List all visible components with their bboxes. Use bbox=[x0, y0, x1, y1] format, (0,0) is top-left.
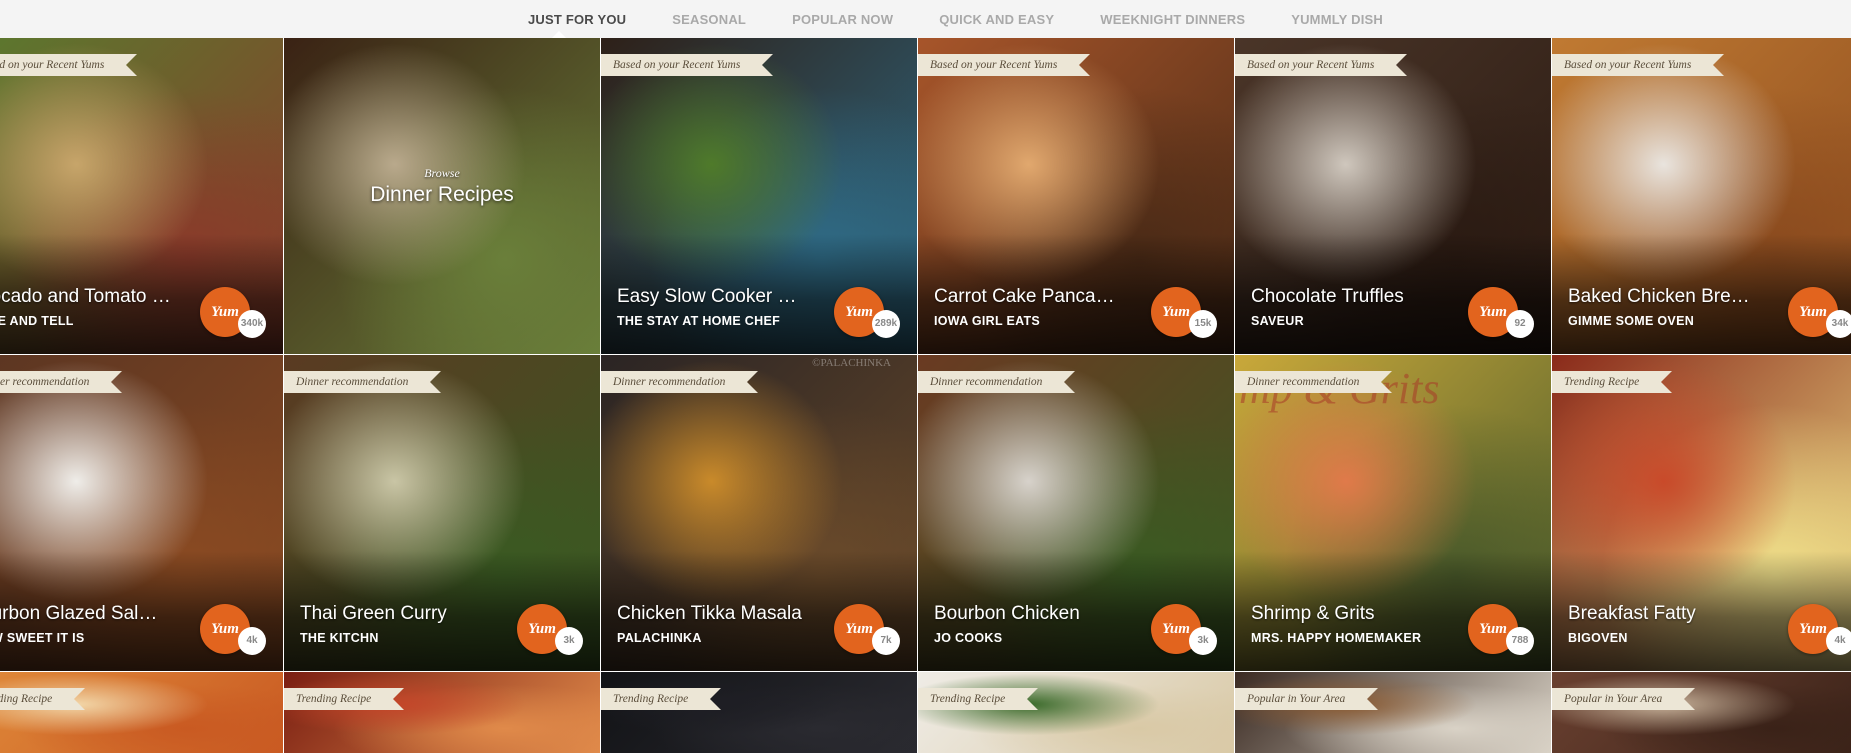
recipe-card[interactable]: Based on your Recent Yums Chocolate Truff… bbox=[1235, 38, 1552, 355]
browse-label: Browse bbox=[424, 166, 460, 180]
recipe-source[interactable]: GIMME SOME OVEN bbox=[1568, 314, 1694, 328]
recipe-card[interactable]: Trending Recipe bbox=[284, 672, 601, 754]
recipe-title[interactable]: Chocolate Truffles bbox=[1251, 286, 1441, 308]
recipe-title[interactable]: vocado and Tomato S... bbox=[0, 286, 171, 308]
recipe-grid: Based on your Recent Yums vocado and Toma… bbox=[0, 38, 1851, 754]
recommendation-ribbon: Based on your Recent Yums bbox=[1235, 54, 1408, 76]
recommendation-ribbon: Dinner recommendation bbox=[601, 371, 759, 393]
yum-count-badge: 289k bbox=[872, 310, 900, 338]
recipe-card[interactable]: mp & GritsDinner recommendationShrimp & … bbox=[1235, 355, 1552, 672]
yum-count-badge: 4k bbox=[238, 627, 266, 655]
recipe-title[interactable]: Baked Chicken Breasts bbox=[1568, 286, 1758, 308]
photo-watermark: ©PALACHINKA bbox=[812, 357, 891, 369]
recommendation-ribbon: Popular in Your Area bbox=[1235, 688, 1379, 710]
tab-weeknight-dinners[interactable]: WEEKNIGHT DINNERS bbox=[1100, 12, 1245, 27]
recipe-card[interactable]: Dinner recommendation Thai Green Curry THE… bbox=[284, 355, 601, 672]
recipe-source[interactable]: BIGOVEN bbox=[1568, 631, 1628, 645]
recommendation-ribbon: Dinner recommendation bbox=[0, 371, 123, 393]
recipe-source[interactable]: THE KITCHN bbox=[300, 631, 379, 645]
recipe-source[interactable]: SAVEUR bbox=[1251, 314, 1304, 328]
recommendation-ribbon: Based on your Recent Yums bbox=[918, 54, 1091, 76]
recipe-title[interactable]: Shrimp & Grits bbox=[1251, 603, 1441, 625]
active-tab-caret bbox=[552, 31, 566, 38]
recipe-card[interactable]: Trending Recipe bbox=[918, 672, 1235, 754]
yum-count-badge: 34k bbox=[1826, 310, 1851, 338]
recipe-card[interactable]: ©PALACHINKA Dinner recommendation Chicken … bbox=[601, 355, 918, 672]
tab-seasonal[interactable]: SEASONAL bbox=[672, 12, 746, 27]
yum-count-badge: 4k bbox=[1826, 627, 1851, 655]
tab-yummly-dish[interactable]: YUMMLY DISH bbox=[1291, 12, 1383, 27]
category-tabs: JUST FOR YOU SEASONAL POPULAR NOW QUICK AND… bbox=[0, 0, 1851, 38]
yum-count-badge: 3k bbox=[1189, 627, 1217, 655]
recipe-title[interactable]: Bourbon Chicken bbox=[934, 603, 1124, 625]
tab-popular-now[interactable]: POPULAR NOW bbox=[792, 12, 893, 27]
recipe-photo bbox=[1235, 672, 1551, 753]
recipe-title[interactable]: Thai Green Curry bbox=[300, 603, 490, 625]
recipe-title[interactable]: Chicken Tikka Masala bbox=[617, 603, 807, 625]
yum-count-badge: 92 bbox=[1506, 310, 1534, 338]
recipe-card[interactable]: Dinner recommendation Bourbon Chicken JO C… bbox=[918, 355, 1235, 672]
recipe-source[interactable]: IOWA GIRL EATS bbox=[934, 314, 1040, 328]
recommendation-ribbon: Trending Recipe bbox=[1552, 371, 1673, 393]
recipe-card[interactable]: Dinner recommendation ourbon Glazed Salmo… bbox=[0, 355, 284, 672]
browse-title[interactable]: Dinner Recipes bbox=[284, 183, 600, 207]
recommendation-ribbon: Based on your Recent Yums bbox=[1552, 54, 1725, 76]
recipe-photo bbox=[284, 672, 600, 753]
recipe-card[interactable]: Popular in Your Area bbox=[1552, 672, 1851, 754]
recommendation-ribbon: Trending Recipe bbox=[284, 688, 405, 710]
recipe-card[interactable]: Trending Recipe Breakfast Fatty BIGOVEN Yum… bbox=[1552, 355, 1851, 672]
recipe-source[interactable]: MRS. HAPPY HOMEMAKER bbox=[1251, 631, 1421, 645]
recipe-source[interactable]: OW SWEET IT IS bbox=[0, 631, 85, 645]
recipe-photo bbox=[601, 672, 917, 753]
recipe-source[interactable]: THE STAY AT HOME CHEF bbox=[617, 314, 780, 328]
recommendation-ribbon: Dinner recommendation bbox=[1235, 371, 1393, 393]
recipe-card[interactable]: Based on your Recent Yums Carrot Cake Pan… bbox=[918, 38, 1235, 355]
recommendation-ribbon: Dinner recommendation bbox=[284, 371, 442, 393]
tab-quick-and-easy[interactable]: QUICK AND EASY bbox=[939, 12, 1054, 27]
recipe-title[interactable]: Carrot Cake Pancakes bbox=[934, 286, 1124, 308]
recommendation-ribbon: Trending Recipe bbox=[918, 688, 1039, 710]
recommendation-ribbon: Trending Recipe bbox=[0, 688, 86, 710]
recommendation-ribbon: Trending Recipe bbox=[601, 688, 722, 710]
recipe-title[interactable]: ourbon Glazed Salmon bbox=[0, 603, 171, 625]
recipe-photo bbox=[1552, 672, 1851, 753]
recommendation-ribbon: Dinner recommendation bbox=[918, 371, 1076, 393]
recipe-card[interactable]: Based on your Recent Yums vocado and Toma… bbox=[0, 38, 284, 355]
yum-count-badge: 788 bbox=[1506, 627, 1534, 655]
recipe-title[interactable]: Easy Slow Cooker Chili-... bbox=[617, 286, 807, 308]
recommendation-ribbon: Based on your Recent Yums bbox=[0, 54, 138, 76]
recommendation-ribbon: Popular in Your Area bbox=[1552, 688, 1696, 710]
recipe-card[interactable]: Trending Recipe bbox=[0, 672, 284, 754]
yum-count-badge: 15k bbox=[1189, 310, 1217, 338]
recipe-card[interactable]: Popular in Your Area bbox=[1235, 672, 1552, 754]
recipe-card[interactable]: Trending Recipe bbox=[601, 672, 918, 754]
recipe-photo bbox=[0, 672, 283, 753]
recipe-photo bbox=[918, 672, 1234, 753]
recommendation-ribbon: Based on your Recent Yums bbox=[601, 54, 774, 76]
recipe-source[interactable]: STE AND TELL bbox=[0, 314, 74, 328]
recipe-source[interactable]: JO COOKS bbox=[934, 631, 1002, 645]
yum-count-badge: 340k bbox=[238, 310, 266, 338]
yum-count-badge: 7k bbox=[872, 627, 900, 655]
tab-just-for-you[interactable]: JUST FOR YOU bbox=[528, 12, 626, 27]
recipe-title[interactable]: Breakfast Fatty bbox=[1568, 603, 1758, 625]
browse-dinner-card[interactable]: Browse Dinner Recipes bbox=[284, 38, 601, 355]
yum-count-badge: 3k bbox=[555, 627, 583, 655]
recipe-card[interactable]: Based on your Recent Yums Easy Slow Cooke… bbox=[601, 38, 918, 355]
recipe-source[interactable]: PALACHINKA bbox=[617, 631, 702, 645]
recipe-card[interactable]: Based on your Recent Yums Baked Chicken B… bbox=[1552, 38, 1851, 355]
